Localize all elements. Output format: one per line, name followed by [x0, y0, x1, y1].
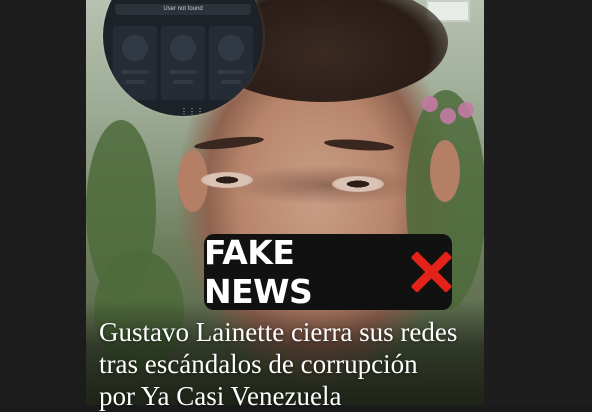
cross-mark-icon	[408, 249, 453, 295]
profile-tile[interactable]	[161, 26, 205, 100]
eye-right	[332, 176, 384, 192]
text-placeholder	[217, 70, 245, 74]
profile-search-overlay: User not found ⋮⋮⋮	[103, 0, 263, 116]
flower	[458, 102, 474, 118]
text-placeholder	[169, 70, 197, 74]
headline-line: tras escándalos de corrupción	[99, 349, 418, 379]
left-margin	[0, 0, 86, 405]
search-status-bar: User not found	[115, 4, 251, 15]
eye-left	[201, 172, 253, 188]
profile-tile[interactable]	[209, 26, 253, 100]
headline: Gustavo Lainette cierra sus redes tras e…	[99, 316, 479, 412]
right-margin	[484, 0, 592, 405]
text-placeholder	[121, 70, 149, 74]
fake-news-badge: FAKE NEWS	[204, 233, 453, 311]
eyebrow-right	[323, 137, 395, 153]
avatar-placeholder	[170, 35, 196, 61]
profile-tile[interactable]	[113, 26, 157, 100]
avatar-placeholder	[122, 35, 148, 61]
eyebrow-left	[193, 134, 265, 152]
text-placeholder	[173, 80, 193, 84]
grid-menu-icon[interactable]: ⋮⋮⋮	[180, 108, 204, 116]
headline-line: Gustavo Lainette cierra sus redes	[99, 317, 458, 347]
ear-right	[430, 140, 460, 202]
flower	[440, 108, 456, 124]
headline-line: por Ya Casi Venezuela	[99, 381, 342, 411]
text-placeholder	[125, 80, 145, 84]
avatar-placeholder	[218, 35, 244, 61]
text-placeholder	[221, 80, 241, 84]
flower	[422, 96, 438, 112]
